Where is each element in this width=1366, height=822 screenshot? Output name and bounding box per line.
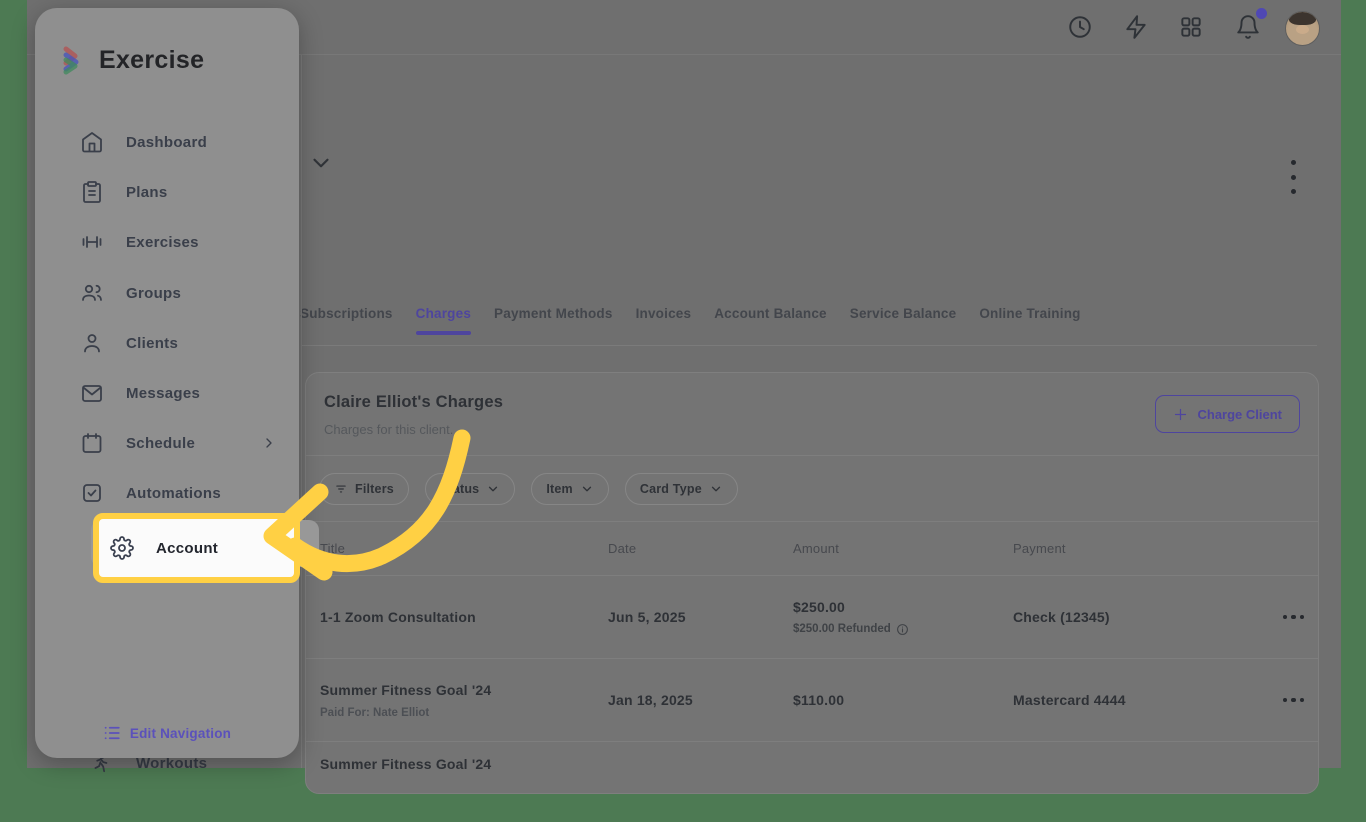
avatar[interactable] bbox=[1285, 11, 1320, 46]
charges-card: Claire Elliot's Charges Charges for this… bbox=[305, 372, 1319, 794]
table-header-row: Title Date Amount Payment bbox=[306, 521, 1318, 575]
chevron-down-icon bbox=[489, 486, 498, 491]
sidebar-item-label: Dashboard bbox=[126, 133, 208, 151]
card-subtitle: Charges for this client. bbox=[324, 422, 454, 437]
sidebar-item-label: Account bbox=[156, 539, 219, 557]
filter-icon bbox=[336, 485, 346, 492]
sidebar-divider bbox=[301, 55, 302, 768]
edit-navigation-label: Edit Navigation bbox=[129, 725, 232, 741]
sidebar-item-label: Groups bbox=[126, 284, 182, 302]
card-header: Claire Elliot's Charges Charges for this… bbox=[306, 373, 1318, 455]
item-dropdown[interactable]: Item bbox=[531, 472, 609, 505]
sidebar-item-plans[interactable]: Plans bbox=[49, 167, 285, 217]
table-row[interactable]: 1-1 Zoom Consultation Jun 5, 2025 $250.0… bbox=[306, 575, 1318, 658]
clipboard-icon bbox=[80, 180, 104, 204]
tab-bar: Subscriptions Charges Payment Methods In… bbox=[300, 306, 1081, 335]
tab-account-balance[interactable]: Account Balance bbox=[714, 306, 827, 335]
status-dropdown[interactable]: Status bbox=[424, 472, 516, 505]
col-amount: Amount bbox=[793, 541, 840, 556]
status-label: Status bbox=[439, 481, 480, 496]
charge-client-button[interactable]: Charge Client bbox=[1155, 395, 1300, 433]
card-title: Claire Elliot's Charges bbox=[324, 393, 504, 411]
refund-note: $250.00 Refunded bbox=[793, 623, 1013, 636]
edit-navigation-button[interactable]: Edit Navigation bbox=[35, 724, 299, 742]
tabs-divider bbox=[301, 345, 1317, 346]
person-icon bbox=[80, 331, 104, 355]
card-type-label: Card Type bbox=[639, 481, 702, 496]
envelope-icon bbox=[80, 381, 104, 405]
card-type-dropdown[interactable]: Card Type bbox=[624, 472, 738, 505]
navigation-panel: Exercise Dashboard Plans Exercises Group… bbox=[35, 8, 319, 758]
col-date: Date bbox=[608, 541, 637, 556]
row-amount: $110.00 bbox=[793, 692, 845, 708]
chevron-down-icon bbox=[711, 486, 720, 491]
sidebar-item-groups[interactable]: Groups bbox=[49, 268, 285, 318]
sidebar-item-account[interactable]: Account bbox=[93, 513, 300, 583]
dumbbell-icon bbox=[80, 230, 104, 254]
chevron-down-icon[interactable] bbox=[308, 150, 334, 176]
sidebar-item-schedule[interactable]: Schedule bbox=[49, 418, 285, 468]
history-clock-icon[interactable] bbox=[1067, 14, 1093, 40]
sidebar-item-label: Plans bbox=[126, 183, 168, 201]
sidebar-item-label: Automations bbox=[126, 484, 221, 502]
home-icon bbox=[80, 130, 104, 154]
row-kebab-menu[interactable] bbox=[1244, 697, 1304, 703]
info-icon[interactable] bbox=[896, 623, 909, 636]
filters-row: Filters Status Item Card Type bbox=[306, 455, 1318, 521]
client-kebab-menu[interactable] bbox=[1283, 158, 1303, 196]
sidebar-item-label: Exercises bbox=[126, 233, 199, 251]
sidebar-item-messages[interactable]: Messages bbox=[49, 368, 285, 418]
sidebar-item-label: Clients bbox=[126, 334, 179, 352]
table-row[interactable]: Summer Fitness Goal '24 bbox=[306, 741, 1318, 822]
row-title: 1-1 Zoom Consultation bbox=[320, 609, 476, 625]
tab-service-balance[interactable]: Service Balance bbox=[850, 306, 957, 335]
people-group-icon bbox=[80, 281, 104, 305]
filters-label: Filters bbox=[355, 481, 394, 496]
item-label: Item bbox=[546, 481, 573, 496]
row-amount: $250.00 bbox=[793, 598, 846, 615]
sidebar-item-automations[interactable]: Automations bbox=[49, 468, 285, 518]
tab-charges[interactable]: Charges bbox=[415, 306, 472, 335]
row-payment: Mastercard 4444 bbox=[1013, 692, 1126, 708]
tab-subscriptions[interactable]: Subscriptions bbox=[300, 306, 393, 335]
col-title: Title bbox=[320, 541, 346, 556]
row-payment: Check (12345) bbox=[1013, 609, 1110, 625]
chevron-down-icon bbox=[582, 486, 591, 491]
row-date: Jan 18, 2025 bbox=[608, 692, 693, 708]
chevron-right-icon bbox=[261, 435, 277, 451]
tab-invoices[interactable]: Invoices bbox=[636, 306, 692, 335]
sidebar-item-clients[interactable]: Clients bbox=[49, 318, 285, 368]
avatar-face bbox=[1296, 25, 1309, 34]
app-logo: Exercise bbox=[58, 44, 204, 76]
calendar-icon bbox=[80, 431, 104, 455]
exercise-logo-icon bbox=[58, 44, 90, 76]
tab-payment-methods[interactable]: Payment Methods bbox=[494, 306, 613, 335]
check-square-icon bbox=[80, 481, 104, 505]
sidebar-item-exercises[interactable]: Exercises bbox=[49, 217, 285, 267]
row-paid-for: Paid For: Nate Elliot bbox=[320, 706, 430, 719]
table-row[interactable]: Summer Fitness Goal '24 Paid For: Nate E… bbox=[306, 658, 1318, 741]
gear-icon bbox=[110, 536, 134, 560]
sidebar-item-label: Messages bbox=[126, 384, 201, 402]
row-kebab-menu[interactable] bbox=[1244, 614, 1304, 620]
row-date: Jun 5, 2025 bbox=[608, 609, 686, 625]
col-payment: Payment bbox=[1013, 541, 1066, 556]
row-title: Summer Fitness Goal '24 bbox=[320, 681, 492, 698]
refund-note-text: $250.00 Refunded bbox=[793, 623, 891, 635]
notification-bell-icon[interactable] bbox=[1235, 14, 1261, 40]
filters-button[interactable]: Filters bbox=[319, 472, 409, 505]
sidebar-item-label: Schedule bbox=[126, 434, 196, 452]
avatar-hair bbox=[1289, 12, 1316, 25]
notification-dot bbox=[1256, 8, 1267, 19]
tab-online-training[interactable]: Online Training bbox=[979, 306, 1080, 335]
app-logo-text: Exercise bbox=[99, 45, 205, 74]
list-icon bbox=[104, 726, 120, 740]
lightning-icon[interactable] bbox=[1123, 14, 1149, 40]
plus-icon bbox=[1175, 408, 1187, 420]
apps-grid-icon[interactable] bbox=[1178, 14, 1204, 40]
sidebar-item-dashboard[interactable]: Dashboard bbox=[49, 117, 285, 167]
charge-client-label: Charge Client bbox=[1197, 406, 1282, 422]
row-title: Summer Fitness Goal '24 bbox=[320, 756, 492, 772]
